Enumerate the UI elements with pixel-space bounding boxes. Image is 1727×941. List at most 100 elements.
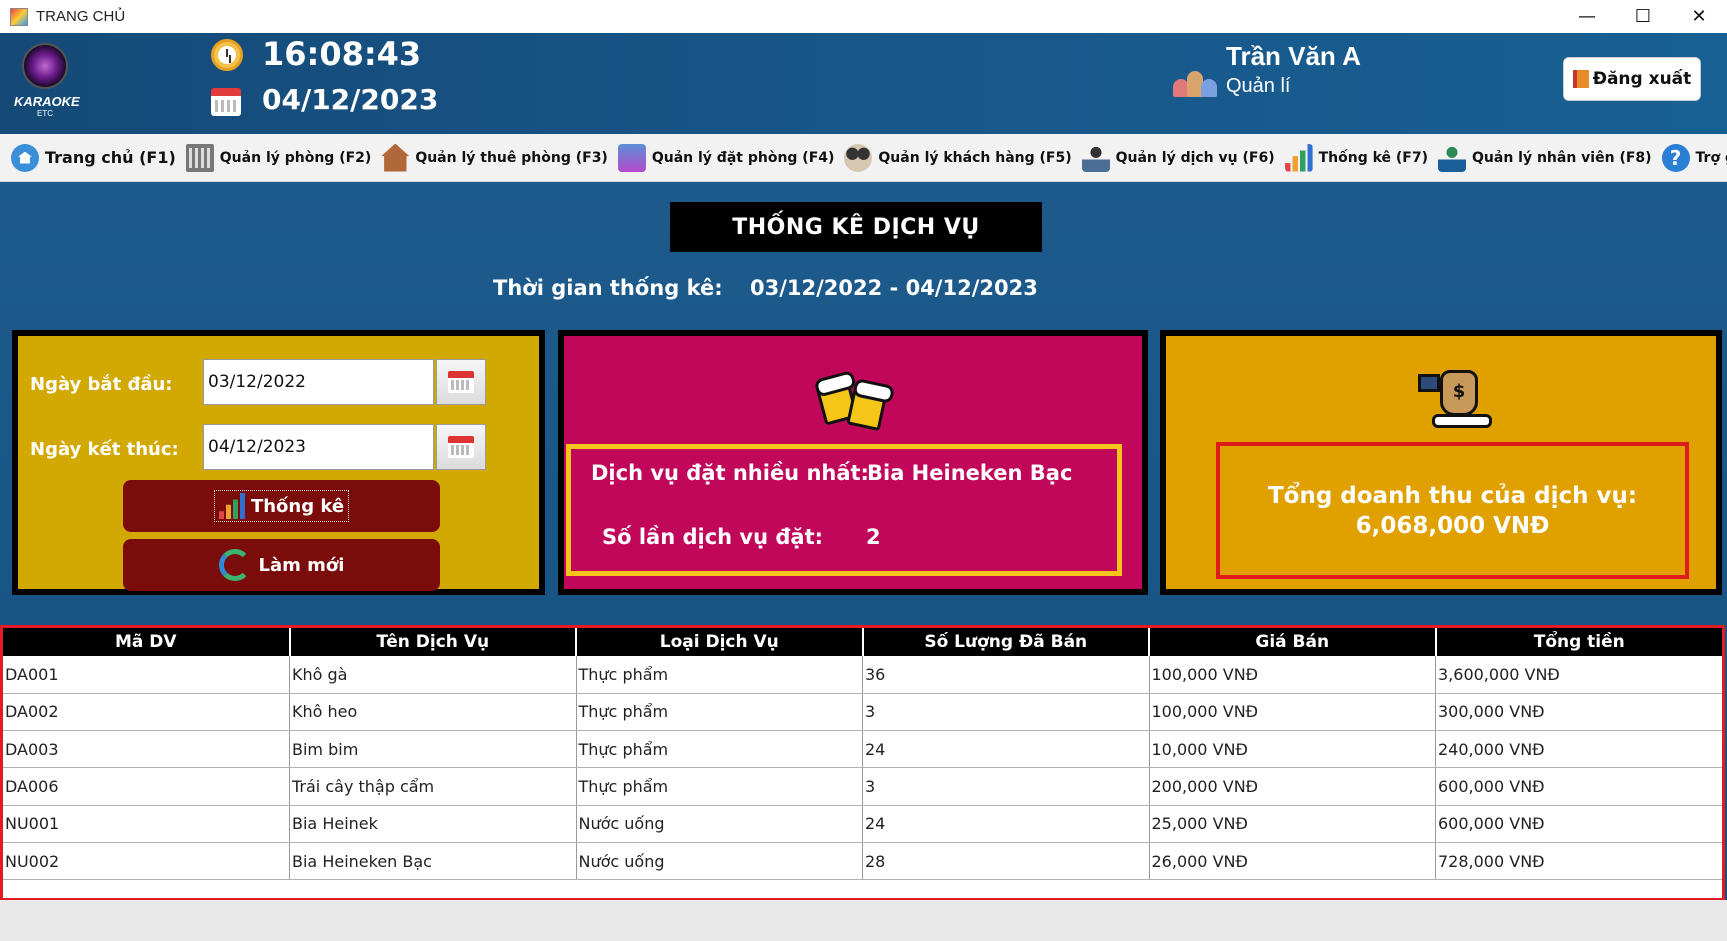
table-cell: DA002 — [3, 693, 290, 732]
clock-icon — [211, 39, 243, 71]
end-date-picker-button[interactable] — [436, 424, 486, 470]
table-cell: NU001 — [3, 805, 290, 843]
table-cell: 25,000 VNĐ — [1149, 805, 1436, 843]
table-cell: Thực phẩm — [576, 767, 863, 806]
maximize-button[interactable]: ☐ — [1615, 0, 1671, 33]
refresh-button[interactable]: Làm mới — [123, 539, 440, 591]
menu-item-help[interactable]: Trợ giúp (F9) — [1657, 134, 1727, 182]
table-cell: 36 — [862, 656, 1150, 694]
window-title: TRANG CHỦ — [36, 8, 126, 25]
booking-count-label: Số lần dịch vụ đặt: — [602, 525, 824, 549]
table-cell: Thực phẩm — [576, 656, 863, 694]
table-cell: Nước uống — [576, 842, 863, 881]
menu-item-statistics[interactable]: Thống kê (F7) — [1280, 134, 1433, 182]
start-date-field[interactable]: 03/12/2022 — [203, 359, 434, 405]
current-date: 04/12/2023 — [262, 83, 439, 116]
column-header[interactable]: Loại Dịch Vụ — [576, 628, 864, 656]
bar-chart-icon — [218, 493, 245, 519]
table-cell: DA001 — [3, 656, 290, 694]
table-cell: Nước uống — [576, 805, 863, 843]
table-cell: 10,000 VNĐ — [1149, 730, 1436, 769]
logout-button[interactable]: Đăng xuất — [1563, 57, 1701, 101]
revenue-panel: Tổng doanh thu của dịch vụ: 6,068,000 VN… — [1160, 330, 1722, 595]
statistics-button[interactable]: Thống kê — [123, 480, 440, 532]
menu-item-label: Quản lý thuê phòng (F3) — [415, 149, 608, 166]
calendar-icon — [211, 88, 241, 116]
table-cell: DA006 — [3, 767, 290, 806]
menu-item-room-rental[interactable]: Quản lý thuê phòng (F3) — [376, 134, 613, 182]
logout-label: Đăng xuất — [1592, 69, 1692, 89]
table-cell: NU002 — [3, 842, 290, 881]
table-row[interactable]: DA002 Khô heo Thực phẩm 3 100,000 VNĐ 30… — [3, 693, 1722, 732]
table-cell: Thực phẩm — [576, 730, 863, 769]
table-cell: 3 — [862, 767, 1150, 806]
table-cell: Khô heo — [289, 693, 577, 732]
table-cell: 3 — [862, 693, 1150, 732]
menu-item-room-booking[interactable]: Quản lý đặt phòng (F4) — [613, 134, 840, 182]
service-stats-table[interactable]: Mã DV Tên Dịch Vụ Loại Dịch Vụ Số Lượng … — [0, 625, 1725, 901]
menu-item-label: Quản lý khách hàng (F5) — [878, 149, 1072, 166]
calendar-icon — [448, 371, 474, 393]
column-header[interactable]: Số Lượng Đã Bán — [862, 628, 1150, 656]
user-role: Quản lí — [1226, 75, 1291, 97]
column-header[interactable]: Tên Dịch Vụ — [289, 628, 577, 656]
table-cell: 300,000 VNĐ — [1435, 693, 1722, 732]
beer-mugs-icon — [815, 364, 890, 434]
table-cell: Trái cây thập cẩm — [289, 767, 577, 806]
logo-text: KARAOKE — [14, 94, 80, 109]
money-bag-icon — [1418, 364, 1494, 434]
revenue-value: 6,068,000 VNĐ — [1355, 512, 1550, 539]
help-icon — [1661, 143, 1690, 172]
booking-count-value: 2 — [866, 525, 881, 549]
table-row[interactable]: DA001 Khô gà Thực phẩm 36 100,000 VNĐ 3,… — [3, 656, 1722, 694]
java-app-icon — [10, 7, 28, 26]
user-name: Trần Văn A — [1226, 41, 1361, 71]
logo-subtext: ETC — [37, 109, 53, 118]
menu-item-services[interactable]: Quản lý dịch vụ (F6) — [1077, 134, 1280, 182]
menu-item-staff[interactable]: Quản lý nhân viên (F8) — [1433, 134, 1657, 182]
table-cell: 728,000 VNĐ — [1435, 842, 1722, 881]
data-table: Mã DV Tên Dịch Vụ Loại Dịch Vụ Số Lượng … — [3, 628, 1722, 881]
menu-item-customers[interactable]: Quản lý khách hàng (F5) — [839, 134, 1076, 182]
menu-item-home[interactable]: Trang chủ (F1) — [6, 134, 181, 182]
page-title: THỐNG KÊ DỊCH VỤ — [670, 202, 1042, 252]
most-booked-label: Dịch vụ đặt nhiều nhất: — [591, 461, 869, 485]
period-label: Thời gian thống kê: — [493, 276, 723, 300]
column-header[interactable]: Tổng tiền — [1435, 628, 1722, 656]
waiter-icon — [1081, 143, 1110, 172]
table-cell: Bia Heinek — [289, 805, 577, 843]
table-row[interactable]: NU001 Bia Heinek Nước uống 24 25,000 VNĐ… — [3, 805, 1722, 843]
table-cell: Bim bim — [289, 730, 577, 769]
menu-item-rooms[interactable]: Quản lý phòng (F2) — [181, 134, 377, 182]
revenue-box: Tổng doanh thu của dịch vụ: 6,068,000 VN… — [1216, 442, 1689, 579]
title-bar: TRANG CHỦ — ☐ ✕ — [0, 0, 1727, 33]
booking-icon — [617, 143, 646, 172]
column-header[interactable]: Mã DV — [3, 628, 291, 656]
refresh-button-label: Làm mới — [258, 554, 345, 576]
close-button[interactable]: ✕ — [1671, 0, 1727, 33]
table-cell: Thực phẩm — [576, 693, 863, 732]
table-cell: 24 — [862, 730, 1150, 769]
table-cell: Bia Heineken Bạc — [289, 842, 577, 881]
table-row[interactable]: NU002 Bia Heineken Bạc Nước uống 28 26,0… — [3, 842, 1722, 881]
table-cell: 200,000 VNĐ — [1149, 767, 1436, 806]
statistics-button-label: Thống kê — [250, 495, 345, 517]
start-date-picker-button[interactable] — [436, 359, 486, 405]
table-cell: 3,600,000 VNĐ — [1435, 656, 1722, 694]
end-date-label: Ngày kết thúc: — [30, 439, 179, 460]
table-row[interactable]: DA003 Bim bim Thực phẩm 24 10,000 VNĐ 24… — [3, 730, 1722, 769]
status-strip — [0, 900, 1727, 941]
column-header[interactable]: Giá Bán — [1149, 628, 1437, 656]
main-content: THỐNG KÊ DỊCH VỤ Thời gian thống kê: 03/… — [0, 182, 1727, 941]
period-value: 03/12/2022 - 04/12/2023 — [750, 276, 1038, 300]
most-booked-panel: Dịch vụ đặt nhiều nhất: Bia Heineken Bạc… — [558, 330, 1148, 595]
staff-icon — [1438, 143, 1466, 172]
table-cell: DA003 — [3, 730, 290, 769]
users-icon — [1173, 69, 1217, 97]
menu-item-label: Quản lý phòng (F2) — [219, 149, 372, 166]
table-row[interactable]: DA006 Trái cây thập cẩm Thực phẩm 3 200,… — [3, 767, 1722, 806]
building-icon — [185, 143, 214, 172]
menu-item-label: Thống kê (F7) — [1318, 149, 1428, 166]
end-date-field[interactable]: 04/12/2023 — [203, 424, 434, 470]
minimize-button[interactable]: — — [1559, 0, 1615, 33]
